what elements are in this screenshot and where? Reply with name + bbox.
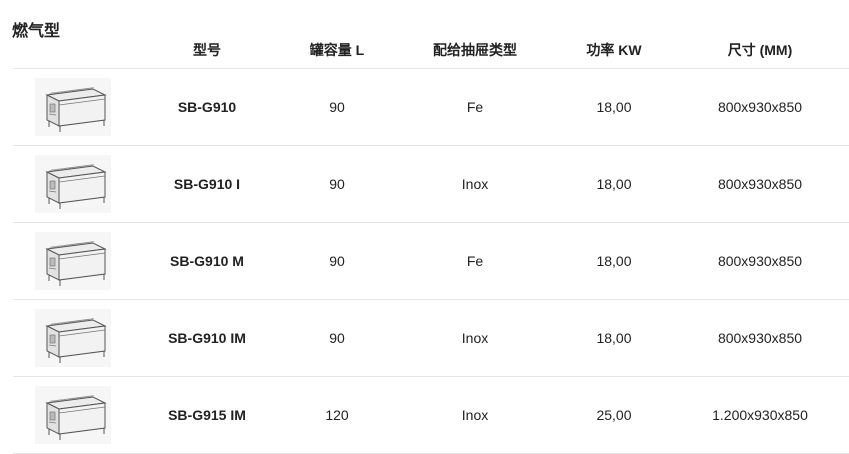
spec-table: 型号 罐容量 L 配给抽屉类型 功率 KW 尺寸 (MM) SB-G910 90… xyxy=(13,32,849,454)
table-header-row: 型号 罐容量 L 配给抽屉类型 功率 KW 尺寸 (MM) xyxy=(13,32,849,69)
size-cell: 800x930x850 xyxy=(671,222,849,300)
capacity-cell: 120 xyxy=(281,376,393,454)
drawer-type-cell: Inox xyxy=(393,145,557,223)
table-row: SB-G915 IM 120 Inox 25,00 1.200x930x850 xyxy=(13,376,849,454)
drawer-type-cell: Inox xyxy=(393,376,557,454)
capacity-cell: 90 xyxy=(281,222,393,300)
power-cell: 18,00 xyxy=(557,299,671,377)
product-image-cell xyxy=(13,376,133,454)
header-image xyxy=(13,32,133,69)
header-power: 功率 KW xyxy=(557,32,671,69)
product-image-cell xyxy=(13,68,133,146)
drawer-type-cell: Fe xyxy=(393,68,557,146)
griddle-image xyxy=(35,309,111,367)
page: 燃气型 型号 罐容量 L 配给抽屉类型 功率 KW 尺寸 (MM) SB-G91… xyxy=(0,0,849,454)
power-cell: 25,00 xyxy=(557,376,671,454)
drawer-type-cell: Inox xyxy=(393,299,557,377)
size-cell: 1.200x930x850 xyxy=(671,376,849,454)
capacity-cell: 90 xyxy=(281,299,393,377)
header-drawer-type: 配给抽屉类型 xyxy=(393,32,557,69)
size-cell: 800x930x850 xyxy=(671,299,849,377)
griddle-image xyxy=(35,155,111,213)
product-image-cell xyxy=(13,145,133,223)
griddle-image xyxy=(35,78,111,136)
model-cell: SB-G910 IM xyxy=(133,299,281,377)
table-row: SB-G910 I 90 Inox 18,00 800x930x850 xyxy=(13,145,849,223)
header-model: 型号 xyxy=(133,32,281,69)
model-cell: SB-G910 I xyxy=(133,145,281,223)
model-cell: SB-G910 M xyxy=(133,222,281,300)
capacity-cell: 90 xyxy=(281,68,393,146)
header-size: 尺寸 (MM) xyxy=(671,32,849,69)
model-cell: SB-G915 IM xyxy=(133,376,281,454)
griddle-image xyxy=(35,232,111,290)
power-cell: 18,00 xyxy=(557,68,671,146)
power-cell: 18,00 xyxy=(557,222,671,300)
table-row: SB-G910 IM 90 Inox 18,00 800x930x850 xyxy=(13,299,849,377)
product-image-cell xyxy=(13,299,133,377)
table-row: SB-G910 M 90 Fe 18,00 800x930x850 xyxy=(13,222,849,300)
model-cell: SB-G910 xyxy=(133,68,281,146)
product-image-cell xyxy=(13,222,133,300)
table-row: SB-G910 90 Fe 18,00 800x930x850 xyxy=(13,68,849,146)
capacity-cell: 90 xyxy=(281,145,393,223)
drawer-type-cell: Fe xyxy=(393,222,557,300)
griddle-image xyxy=(35,386,111,444)
size-cell: 800x930x850 xyxy=(671,145,849,223)
header-capacity: 罐容量 L xyxy=(281,32,393,69)
power-cell: 18,00 xyxy=(557,145,671,223)
size-cell: 800x930x850 xyxy=(671,68,849,146)
